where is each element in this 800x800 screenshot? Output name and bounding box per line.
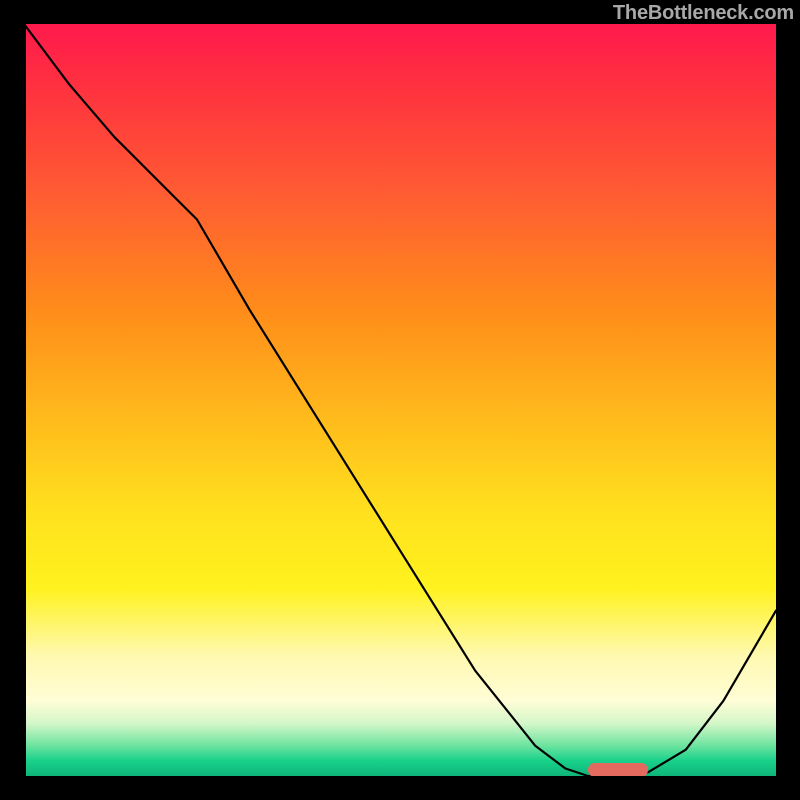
- curve-line: [24, 24, 776, 776]
- curve-svg: [24, 24, 776, 776]
- y-axis: [22, 22, 26, 778]
- x-axis: [22, 776, 778, 780]
- optimal-marker: [588, 763, 648, 777]
- plot-area: [24, 24, 776, 776]
- watermark-text: TheBottleneck.com: [613, 2, 794, 25]
- chart-container: TheBottleneck.com: [0, 0, 800, 800]
